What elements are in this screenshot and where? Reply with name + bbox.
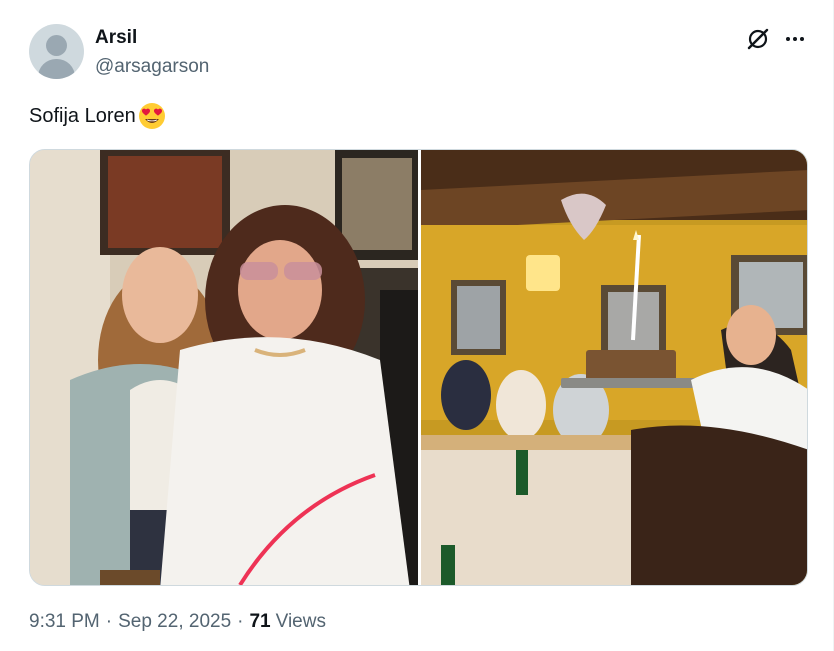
avatar-head <box>46 35 67 56</box>
views-count: 71 <box>249 611 271 632</box>
grok-icon[interactable] <box>745 26 771 52</box>
tweet-date[interactable]: Sep 22, 2025 <box>118 611 231 633</box>
heart-eyes-emoji-icon <box>137 101 167 131</box>
tweet-card: Arsil @arsagarson Sofija Loren 9:31 PM ·… <box>0 0 834 651</box>
views-label: Views <box>275 611 326 632</box>
photo-two-women[interactable] <box>30 150 418 585</box>
separator-dot: · <box>237 611 244 632</box>
display-name[interactable]: Arsil <box>95 27 137 49</box>
tweet-text: Sofija Loren <box>29 101 167 131</box>
more-options-icon[interactable] <box>782 26 808 52</box>
separator-dot: · <box>105 611 113 632</box>
avatar-shoulders <box>38 59 75 79</box>
avatar[interactable] <box>29 24 84 79</box>
photo-birthday-cake-dinner[interactable] <box>421 150 807 585</box>
tweet-text-content: Sofija Loren <box>29 104 136 127</box>
tweet-time[interactable]: 9:31 PM <box>29 611 100 633</box>
tweet-meta: 9:31 PM · Sep 22, 2025 · 71 Views <box>29 611 326 633</box>
user-handle[interactable]: @arsagarson <box>95 56 209 78</box>
media-grid <box>29 149 808 586</box>
